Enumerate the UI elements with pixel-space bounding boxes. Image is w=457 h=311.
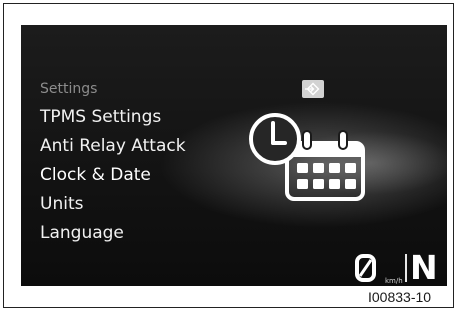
figure-code: I00833-10 [368,289,432,305]
gear-indicator: N [410,248,438,286]
clock-calendar-icon [249,113,365,201]
status-divider [405,254,407,282]
menu-item-clock-date[interactable]: Clock & Date [40,165,151,185]
speed-zero-icon [355,254,376,282]
menu-item-language[interactable]: Language [40,223,124,243]
menu-header: Settings [40,81,98,97]
menu-item-anti-relay-attack[interactable]: Anti Relay Attack [40,136,186,156]
enter-arrow-icon[interactable] [302,80,324,98]
speed-unit-label: km/h [385,277,403,285]
menu-item-units[interactable]: Units [40,194,83,214]
menu-item-tpms-settings[interactable]: TPMS Settings [40,107,161,127]
dashboard-display: Settings TPMS Settings Anti Relay Attack… [21,25,447,286]
